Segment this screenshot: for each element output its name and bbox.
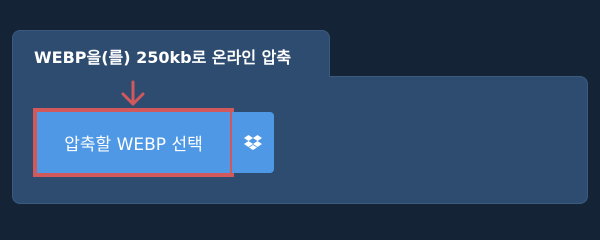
arrow-down-icon <box>121 80 145 106</box>
upload-highlight-box: 압축할 WEBP 선택 <box>33 108 234 177</box>
select-file-button-label: 압축할 WEBP 선택 <box>64 135 203 155</box>
dropbox-icon <box>244 134 262 150</box>
panel-title: WEBP을(를) 250kb로 온라인 압축 <box>34 48 292 67</box>
select-file-button[interactable]: 압축할 WEBP 선택 <box>39 114 228 171</box>
dropbox-button[interactable] <box>232 112 274 173</box>
converter-stage: WEBP을(를) 250kb로 온라인 압축 압축할 WEBP 선택 <box>0 0 600 230</box>
